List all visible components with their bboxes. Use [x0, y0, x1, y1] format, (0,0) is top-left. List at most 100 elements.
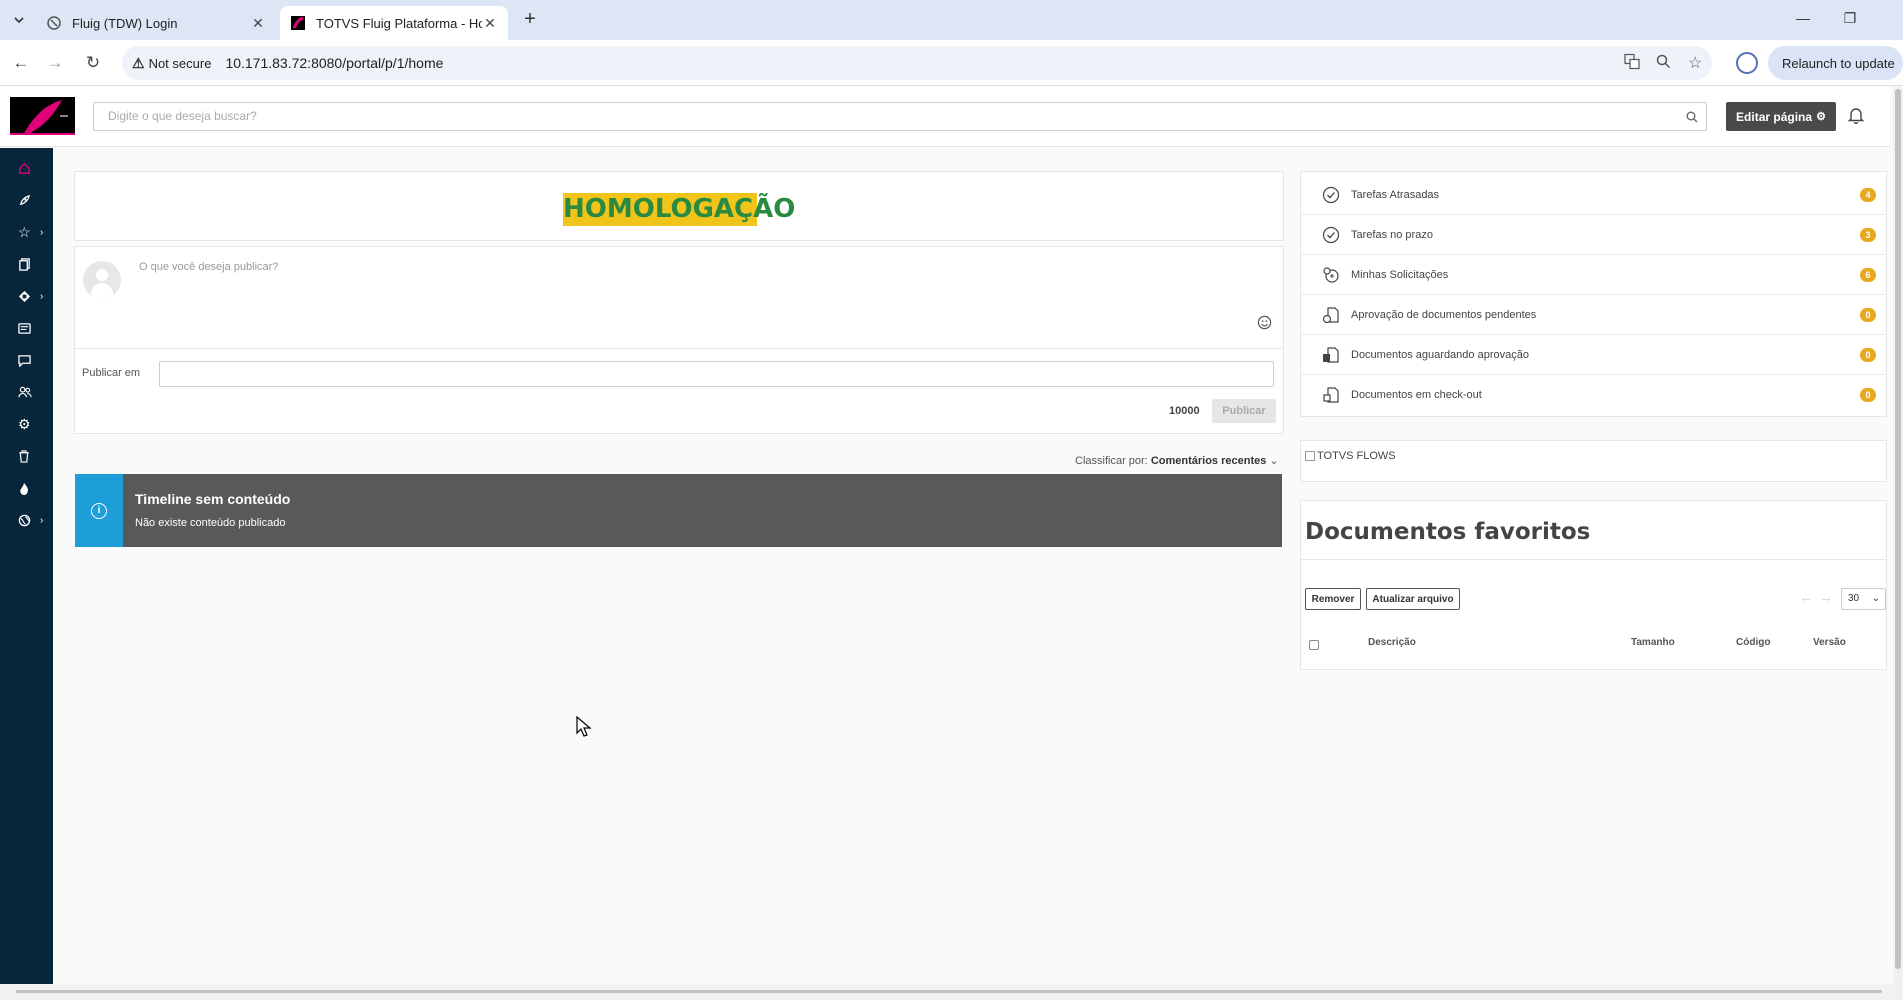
new-tab-icon[interactable]: + — [520, 9, 540, 30]
task-row-awaiting-approval[interactable]: Documentos aguardando aprovação 0 — [1301, 335, 1886, 375]
totvs-flows-image[interactable]: TOTVS FLOWS — [1305, 450, 1396, 462]
browser-tab-bar: Fluig (TDW) Login ✕ TOTVS Fluig Platafor… — [0, 0, 1903, 40]
chevron-right-icon: › — [40, 290, 44, 302]
task-row-overdue[interactable]: Tarefas Atrasadas 4 — [1301, 175, 1886, 215]
edit-page-button[interactable]: Editar página ⚙ — [1726, 102, 1836, 131]
forward-arrow-icon[interactable]: → — [44, 52, 66, 74]
global-search-input[interactable]: Digite o que deseja buscar? — [93, 102, 1707, 131]
settings-icon: ⚙ — [18, 415, 31, 432]
search-placeholder: Digite o que deseja buscar? — [108, 109, 257, 123]
task-count-badge: 4 — [1860, 187, 1876, 202]
broken-image-icon — [1305, 451, 1315, 461]
task-row-on-time[interactable]: Tarefas no prazo 3 — [1301, 215, 1886, 255]
horizontal-scrollbar[interactable] — [0, 984, 1903, 1000]
browser-address-bar: ← → ↻ ⚠ Not secure 10.171.83.72:8080/por… — [0, 40, 1903, 86]
close-icon[interactable]: ✕ — [250, 15, 266, 32]
task-label: Minhas Solicitações — [1351, 268, 1449, 281]
remove-button[interactable]: Remover — [1305, 588, 1361, 610]
scrollbar-thumb[interactable] — [16, 990, 1882, 993]
chevron-right-icon: › — [40, 514, 44, 526]
timeline-empty-title: Timeline sem conteúdo — [135, 491, 291, 507]
divider — [75, 348, 1283, 349]
flame-icon — [20, 482, 28, 495]
back-arrow-icon[interactable]: ← — [10, 52, 32, 74]
security-label[interactable]: Not secure — [149, 56, 212, 71]
column-header-version[interactable]: Versão — [1813, 637, 1846, 648]
trash-icon — [19, 449, 29, 463]
sort-value[interactable]: Comentários recentes — [1151, 455, 1267, 467]
sidebar-item-favorites[interactable]: ☆ › — [0, 216, 53, 248]
fluig-favicon-icon — [46, 15, 62, 31]
sort-control[interactable]: Classificar por: Comentários recentes ⌄ — [1075, 454, 1279, 467]
close-icon[interactable]: ✕ — [482, 15, 498, 32]
page-size-select[interactable]: 30 ⌄ — [1841, 588, 1886, 610]
browser-tab-home[interactable]: TOTVS Fluig Plataforma - Home ✕ — [280, 6, 508, 40]
scrollbar-thumb[interactable] — [1895, 89, 1901, 969]
relaunch-button[interactable]: Relaunch to update — [1768, 46, 1903, 80]
page-size-value: 30 — [1848, 593, 1860, 604]
sidebar-item-flame[interactable] — [0, 472, 53, 504]
task-count-badge: 0 — [1860, 307, 1876, 322]
notifications-bell-icon[interactable] — [1847, 107, 1865, 129]
chevron-down-icon: ⌄ — [1269, 455, 1279, 467]
emoji-icon[interactable] — [1257, 315, 1272, 335]
star-icon: ☆ — [18, 223, 31, 240]
previous-page-arrow-icon[interactable]: ← — [1799, 589, 1813, 605]
sidebar-item-news[interactable] — [0, 312, 53, 344]
restore-icon[interactable]: ❐ — [1840, 10, 1860, 27]
reload-icon[interactable]: ↻ — [82, 52, 104, 74]
sidebar-item-processes[interactable]: › — [0, 280, 53, 312]
sidebar-item-documents[interactable] — [0, 248, 53, 280]
sidebar-item-chat[interactable] — [0, 344, 53, 376]
sidebar-item-rocket[interactable] — [0, 184, 53, 216]
request-icon — [1321, 265, 1341, 285]
search-icon[interactable] — [1686, 103, 1698, 132]
select-all-checkbox[interactable] — [1309, 640, 1319, 650]
tab-title: TOTVS Fluig Plataforma - Home — [316, 15, 482, 31]
task-row-checkout[interactable]: Documentos em check-out 0 — [1301, 375, 1886, 415]
sidebar-item-people[interactable] — [0, 376, 53, 408]
news-icon — [18, 322, 31, 334]
column-header-code[interactable]: Código — [1736, 637, 1770, 648]
sidebar-item-globe[interactable]: › — [0, 504, 53, 536]
timeline-empty-alert: i Timeline sem conteúdo Não existe conte… — [75, 474, 1282, 547]
info-icon: i — [91, 502, 107, 519]
url-text[interactable]: 10.171.83.72:8080/portal/p/1/home — [225, 55, 443, 71]
sidebar-item-home[interactable] — [0, 152, 53, 184]
publish-in-input[interactable] — [159, 361, 1274, 387]
task-row-my-requests[interactable]: Minhas Solicitações 6 — [1301, 255, 1886, 295]
next-page-arrow-icon[interactable]: → — [1819, 589, 1833, 605]
bookmark-star-icon[interactable]: ☆ — [1688, 53, 1702, 73]
publish-textarea[interactable]: O que você deseja publicar? — [139, 261, 278, 273]
zoom-icon[interactable] — [1656, 54, 1671, 72]
url-omnibox[interactable]: ⚠ Not secure 10.171.83.72:8080/portal/p/… — [122, 46, 1712, 80]
chevron-right-icon: › — [40, 226, 44, 238]
update-file-button[interactable]: Atualizar arquivo — [1366, 588, 1460, 610]
profile-avatar-icon[interactable] — [1736, 52, 1758, 74]
warning-icon[interactable]: ⚠ — [132, 55, 145, 72]
sidebar-item-settings[interactable]: ⚙ — [0, 408, 53, 440]
vertical-scrollbar[interactable] — [1893, 87, 1903, 984]
sidebar-item-trash[interactable] — [0, 440, 53, 472]
publish-button[interactable]: Publicar — [1212, 399, 1276, 423]
documents-icon — [19, 257, 30, 271]
globe-icon — [18, 514, 31, 526]
column-header-description[interactable]: Descrição — [1368, 637, 1416, 648]
publish-in-label: Publicar em — [82, 367, 141, 379]
task-label: Tarefas Atrasadas — [1351, 188, 1440, 201]
task-count-badge: 0 — [1860, 388, 1876, 402]
tab-search-dropdown[interactable] — [8, 10, 30, 30]
browser-tab-login[interactable]: Fluig (TDW) Login ✕ — [36, 6, 276, 40]
column-header-size[interactable]: Tamanho — [1631, 637, 1675, 648]
fluig-header: Digite o que deseja buscar? Editar págin… — [0, 87, 1890, 147]
publish-widget: O que você deseja publicar? Publicar em … — [74, 246, 1284, 434]
totvs-flows-widget: TOTVS FLOWS — [1300, 440, 1887, 482]
minimize-icon[interactable]: — — [1793, 10, 1813, 26]
fluig-logo[interactable] — [10, 97, 75, 135]
translate-icon[interactable] — [1624, 53, 1640, 73]
task-count-badge: 6 — [1860, 267, 1876, 282]
document-wait-icon — [1321, 345, 1341, 365]
task-row-pending-approvals[interactable]: Aprovação de documentos pendentes 0 — [1301, 295, 1886, 335]
gear-icon: ⚙ — [1816, 111, 1826, 123]
process-icon — [18, 290, 31, 302]
